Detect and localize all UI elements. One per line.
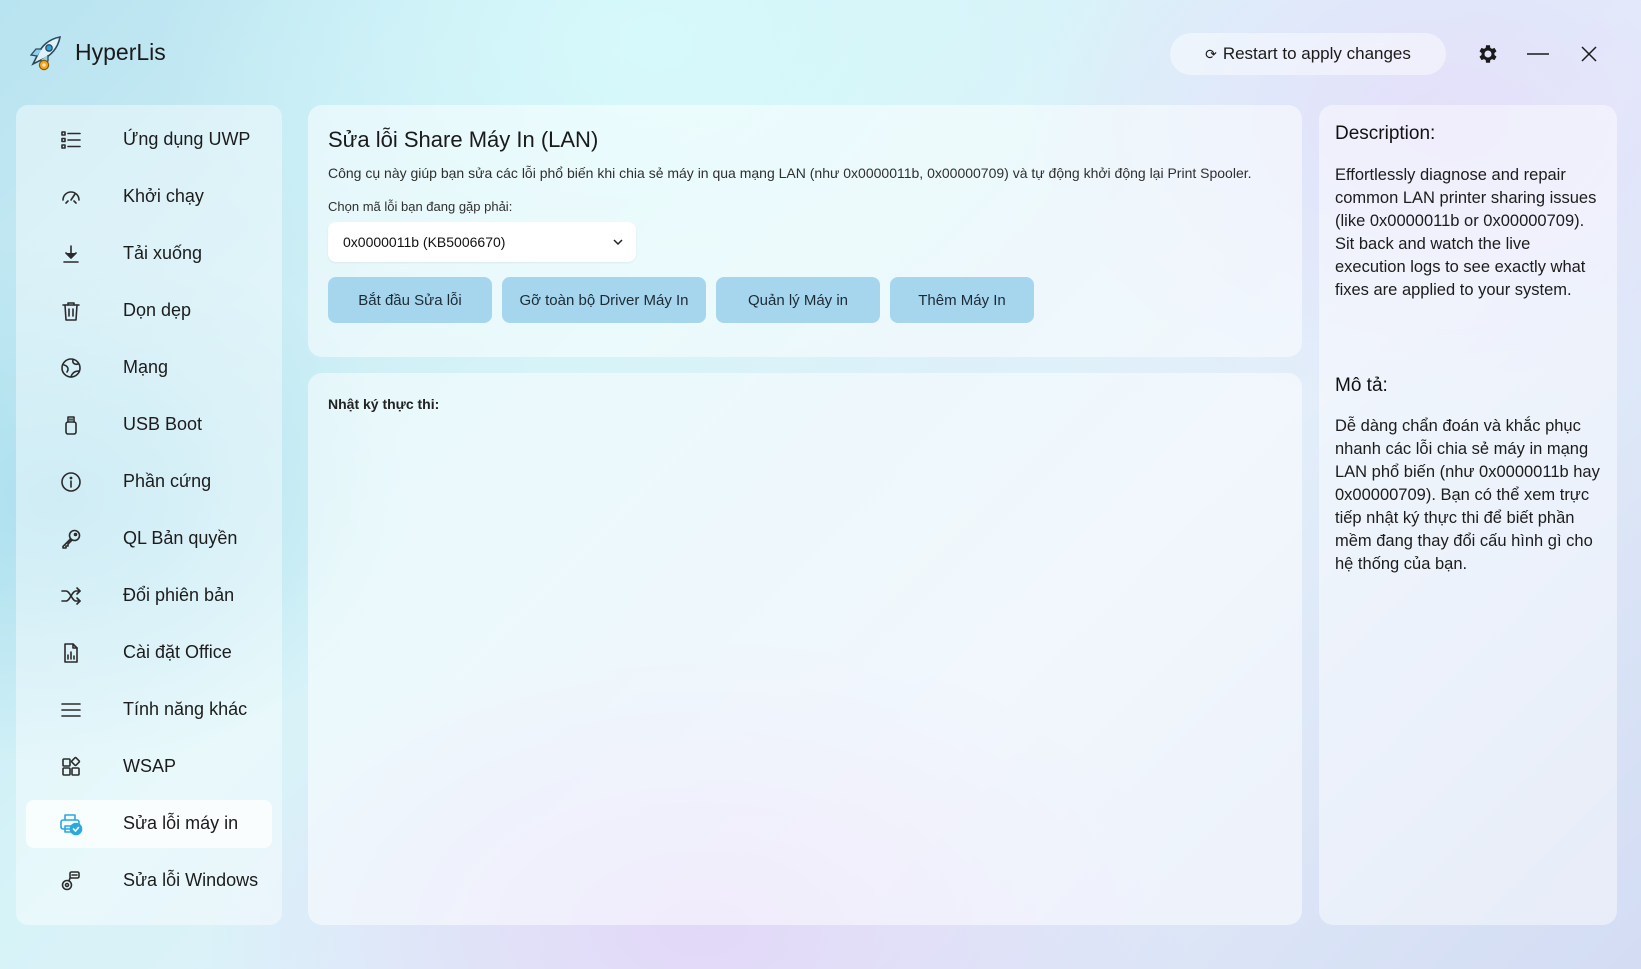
sidebar-item-network[interactable]: Mạng bbox=[26, 344, 272, 392]
add-printer-button[interactable]: Thêm Máy In bbox=[890, 277, 1034, 323]
description-panel: Description: Effortlessly diagnose and r… bbox=[1319, 105, 1617, 925]
printer-fix-card: Sửa lỗi Share Máy In (LAN) Công cụ này g… bbox=[308, 105, 1302, 357]
download-icon bbox=[59, 242, 83, 266]
settings-button[interactable] bbox=[1472, 38, 1504, 70]
sidebar-item-startup[interactable]: Khởi chạy bbox=[26, 173, 272, 221]
error-code-label: Chọn mã lỗi bạn đang gặp phải: bbox=[328, 199, 513, 214]
sidebar-item-label: Tính năng khác bbox=[123, 699, 248, 719]
restart-button[interactable]: ⟳ Restart to apply changes bbox=[1170, 33, 1446, 75]
key-icon bbox=[59, 527, 83, 551]
sidebar-item-license[interactable]: QL Bản quyền bbox=[26, 515, 272, 563]
page-title: Sửa lỗi Share Máy In (LAN) bbox=[328, 127, 599, 152]
sidebar-item-switch-edition[interactable]: Đổi phiên bản bbox=[26, 572, 272, 620]
remove-printer-drivers-button[interactable]: Gỡ toàn bộ Driver Máy In bbox=[502, 277, 706, 323]
trash-icon bbox=[59, 299, 83, 323]
close-icon bbox=[1581, 46, 1597, 62]
rocket-logo-icon bbox=[27, 34, 63, 72]
refresh-icon: ⟳ bbox=[1205, 45, 1217, 62]
office-doc-icon bbox=[59, 641, 83, 665]
sidebar-item-hardware[interactable]: Phần cứng bbox=[26, 458, 272, 506]
sidebar-item-downloads[interactable]: Tải xuống bbox=[26, 230, 272, 278]
sidebar-item-label: Dọn dẹp bbox=[123, 300, 192, 320]
sidebar-item-uwp-apps[interactable]: Ứng dụng UWP bbox=[26, 116, 272, 164]
apps-icon bbox=[59, 755, 83, 779]
description-vi-text: Dễ dàng chẩn đoán và khắc phục nhanh các… bbox=[1335, 417, 1600, 573]
execution-log-panel: Nhật ký thực thi: bbox=[308, 373, 1302, 925]
gauge-icon bbox=[59, 185, 83, 209]
sidebar-item-label: Sửa lỗi máy in bbox=[123, 813, 239, 833]
sidebar-item-label: USB Boot bbox=[123, 414, 203, 434]
info-icon bbox=[59, 470, 83, 494]
sidebar: Ứng dụng UWP Khởi chạy Tải xuống Dọn dẹp… bbox=[16, 105, 282, 925]
execution-log-label: Nhật ký thực thi: bbox=[328, 396, 440, 412]
sidebar-item-label: Phần cứng bbox=[123, 471, 212, 491]
tool-description: Công cụ này giúp bạn sửa các lỗi phổ biế… bbox=[328, 165, 1252, 181]
usb-icon bbox=[59, 413, 83, 437]
sidebar-item-office-install[interactable]: Cài đặt Office bbox=[26, 629, 272, 677]
sidebar-item-windows-fix[interactable]: Sửa lỗi Windows bbox=[26, 857, 272, 905]
error-code-dropdown[interactable]: 0x0000011b (KB5006670) bbox=[328, 222, 636, 262]
sidebar-item-label: Khởi chạy bbox=[123, 186, 204, 206]
title-bar: HyperLis ⟳ Restart to apply changes bbox=[0, 0, 1641, 100]
restart-label: Restart to apply changes bbox=[1222, 44, 1411, 63]
sidebar-item-other-features[interactable]: Tính năng khác bbox=[26, 686, 272, 734]
list-icon bbox=[59, 128, 83, 152]
globe-icon bbox=[59, 356, 83, 380]
description-en-text: Effortlessly diagnose and repair common … bbox=[1335, 166, 1597, 299]
gear-icon bbox=[1479, 45, 1497, 63]
manage-printers-button[interactable]: Quản lý Máy in bbox=[716, 277, 880, 323]
printer-check-icon bbox=[59, 812, 83, 836]
sidebar-item-label: Tải xuống bbox=[123, 243, 203, 263]
close-button[interactable] bbox=[1573, 38, 1605, 70]
shuffle-icon bbox=[59, 584, 83, 608]
sidebar-item-cleanup[interactable]: Dọn dẹp bbox=[26, 287, 272, 335]
description-en-title: Description: bbox=[1335, 123, 1436, 144]
sidebar-item-label: WSAP bbox=[123, 756, 177, 776]
error-code-selected: 0x0000011b (KB5006670) bbox=[343, 234, 506, 250]
sidebar-item-usb-boot[interactable]: USB Boot bbox=[26, 401, 272, 449]
menu-icon bbox=[59, 698, 83, 722]
sidebar-item-label: QL Bản quyền bbox=[123, 528, 238, 548]
minimize-icon bbox=[1527, 53, 1549, 55]
sidebar-item-wsap[interactable]: WSAP bbox=[26, 743, 272, 791]
sidebar-item-printer-fix[interactable]: Sửa lỗi máy in bbox=[26, 800, 272, 848]
app-title: HyperLis bbox=[75, 39, 166, 65]
sidebar-item-label: Ứng dụng UWP bbox=[123, 129, 251, 149]
start-fix-button[interactable]: Bắt đầu Sửa lỗi bbox=[328, 277, 492, 323]
sidebar-item-label: Sửa lỗi Windows bbox=[123, 870, 259, 890]
chevron-down-icon bbox=[613, 239, 623, 246]
sidebar-item-label: Đổi phiên bản bbox=[123, 585, 235, 605]
minimize-button[interactable] bbox=[1522, 38, 1554, 70]
windows-repair-icon bbox=[59, 869, 83, 893]
sidebar-item-label: Cài đặt Office bbox=[123, 642, 232, 662]
sidebar-item-label: Mạng bbox=[123, 357, 169, 377]
description-vi-title: Mô tả: bbox=[1335, 375, 1388, 396]
